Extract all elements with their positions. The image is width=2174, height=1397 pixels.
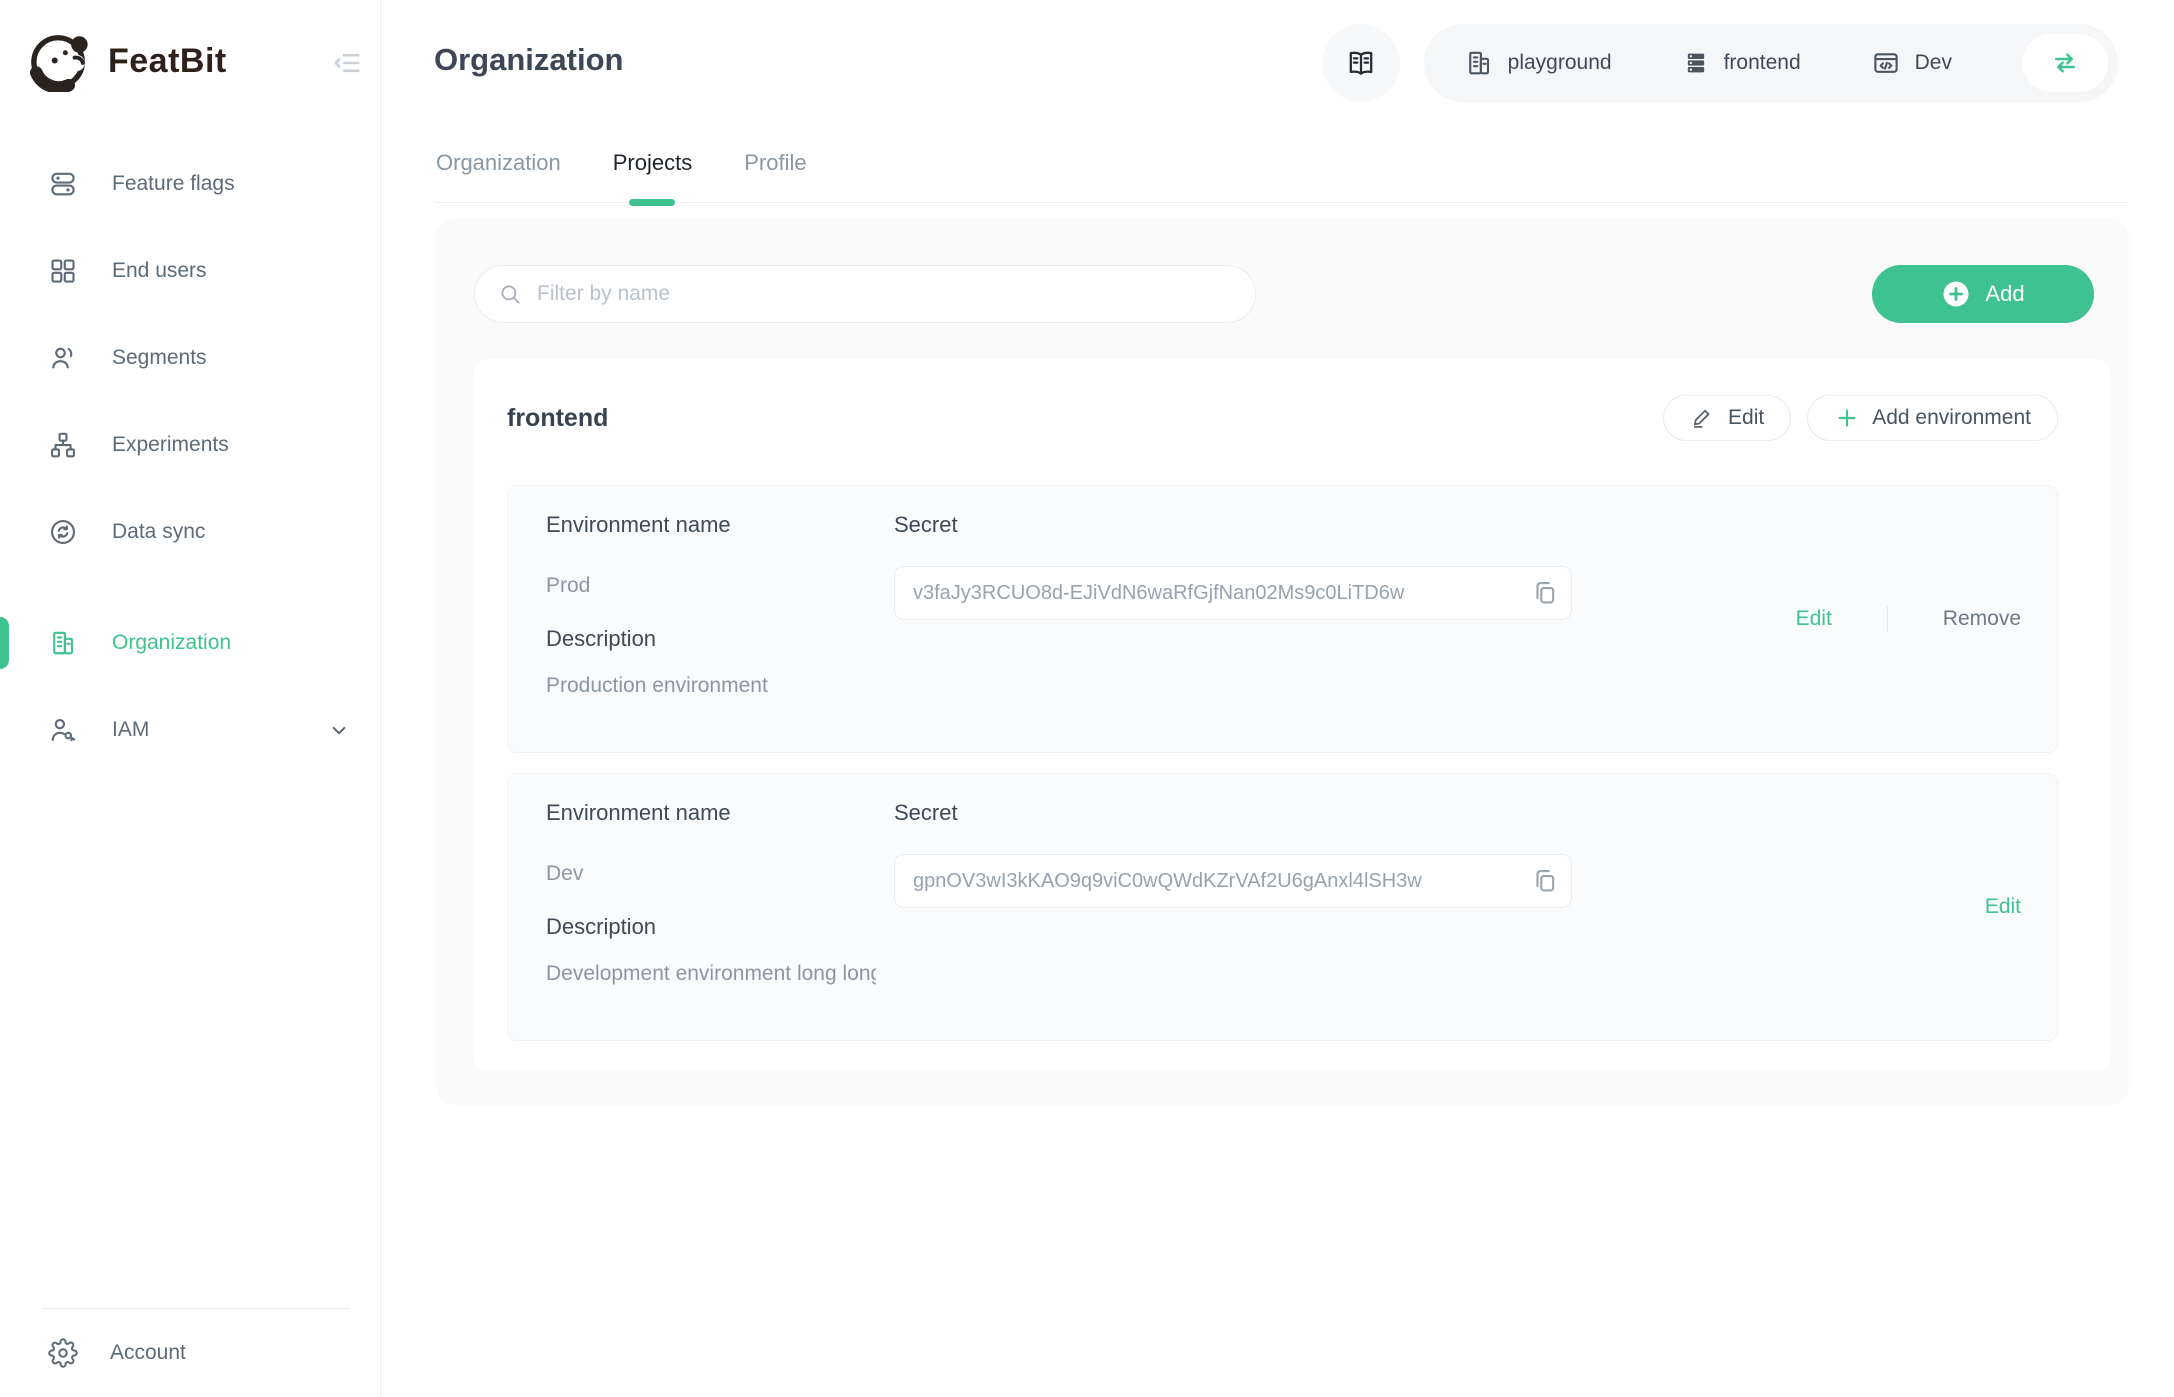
header-controls: playground frontend [1322,24,2118,102]
feature-flags-icon [48,168,80,200]
chevron-down-icon [326,717,352,743]
switcher-environment-name: Dev [1915,51,1952,75]
tab-profile[interactable]: Profile [742,148,808,202]
sidebar-item-feature-flags[interactable]: Feature flags [0,140,380,227]
project-card-actions: Edit Add environment [1663,395,2058,441]
switch-environment-button[interactable] [2022,34,2108,92]
active-item-indicator [0,617,9,669]
segments-icon [48,342,80,374]
copy-secret-button[interactable] [1528,865,1562,897]
project-name: frontend [507,404,608,433]
sidebar-item-iam[interactable]: IAM [0,686,380,773]
sidebar-item-end-users[interactable]: End users [0,227,380,314]
environment-name-label: Environment name [546,800,731,826]
search-icon [497,281,523,307]
remove-environment-link[interactable]: Remove [1943,607,2021,631]
experiments-icon [48,429,80,461]
edit-environment-link[interactable]: Edit [1796,607,1832,631]
edit-project-button[interactable]: Edit [1663,395,1791,441]
secret-field [894,854,1572,908]
copy-icon [1530,866,1560,896]
switcher-service-name: frontend [1724,51,1801,75]
main-content: Organization [381,0,2174,1397]
page-title: Organization [434,42,623,78]
sidebar-item-label: Organization [112,631,231,655]
sidebar-collapse-icon[interactable] [330,46,364,80]
secret-label: Secret [894,512,958,538]
sidebar-item-label: IAM [112,718,149,742]
sidebar-item-label: Feature flags [112,172,235,196]
secret-input[interactable] [894,566,1572,620]
environment-name-value: Prod [546,574,590,598]
copy-icon [1530,578,1560,608]
book-icon [1344,46,1378,80]
sidebar-item-account[interactable]: Account [0,1309,380,1397]
environment-name-label: Environment name [546,512,731,538]
switcher-service[interactable]: frontend [1682,49,1801,77]
end-users-icon [48,255,80,287]
tabs-bar: Organization Projects Profile [434,118,2129,203]
description-value: Development environment long long l… [546,962,876,986]
brand-name: FeatBit [108,42,227,81]
sidebar-item-label: Data sync [112,520,205,544]
description-value: Production environment [546,674,768,698]
documentation-button[interactable] [1322,24,1400,102]
active-tab-indicator [629,199,675,206]
edit-environment-link[interactable]: Edit [1985,895,2021,919]
sidebar-item-label: Experiments [112,433,229,457]
project-env-switcher[interactable]: playground frontend [1424,24,2118,102]
secret-field [894,566,1572,620]
sidebar-nav: Feature flags End users Segments [0,140,380,773]
sidebar-item-organization[interactable]: Organization [0,599,380,686]
iam-icon [48,714,80,746]
organization-icon [48,627,80,659]
gear-icon [48,1338,78,1368]
tab-organization[interactable]: Organization [434,148,563,202]
filter-box[interactable] [474,265,1256,323]
project-card: frontend Edit [474,359,2110,1071]
swap-arrows-icon [2049,47,2081,79]
projects-panel: Add frontend Edit [436,219,2129,1105]
environment-actions: Edit [1985,895,2021,919]
stack-icon [1682,49,1710,77]
plus-icon [1834,405,1860,431]
secret-label: Secret [894,800,958,826]
sidebar-bottom: Account [0,1308,380,1397]
plus-circle-icon [1941,279,1971,309]
add-environment-button[interactable]: Add environment [1807,395,2058,441]
copy-secret-button[interactable] [1528,577,1562,609]
building-icon [1464,48,1494,78]
pencil-icon [1690,405,1716,431]
sidebar-item-data-sync[interactable]: Data sync [0,488,380,575]
environment-row-prod: Environment name Prod Description Produc… [507,485,2058,753]
filter-input[interactable] [537,282,1233,306]
secret-input[interactable] [894,854,1572,908]
sidebar-item-label: Account [110,1341,186,1365]
sidebar-item-label: Segments [112,346,207,370]
sidebar: FeatBit Feature flags End [0,0,381,1397]
environment-name-value: Dev [546,862,583,886]
sidebar-item-label: End users [112,259,207,283]
sidebar-item-segments[interactable]: Segments [0,314,380,401]
featbit-logo-icon [26,30,96,92]
add-project-button[interactable]: Add [1872,265,2094,323]
project-card-header: frontend Edit [474,359,2110,441]
projects-toolbar: Add [474,265,2110,323]
sidebar-item-experiments[interactable]: Experiments [0,401,380,488]
divider [1887,606,1888,632]
environment-row-dev: Environment name Dev Description Develop… [507,773,2058,1041]
logo-row: FeatBit [0,0,380,92]
data-sync-icon [48,516,80,548]
tab-projects[interactable]: Projects [611,148,694,202]
description-label: Description [546,626,656,652]
environment-actions: Edit Remove [1796,606,2021,632]
switcher-project-name: playground [1508,51,1612,75]
browser-code-icon [1871,48,1901,78]
switcher-project[interactable]: playground [1464,48,1612,78]
switcher-environment[interactable]: Dev [1871,48,1952,78]
description-label: Description [546,914,656,940]
page-header: Organization [381,0,2174,118]
